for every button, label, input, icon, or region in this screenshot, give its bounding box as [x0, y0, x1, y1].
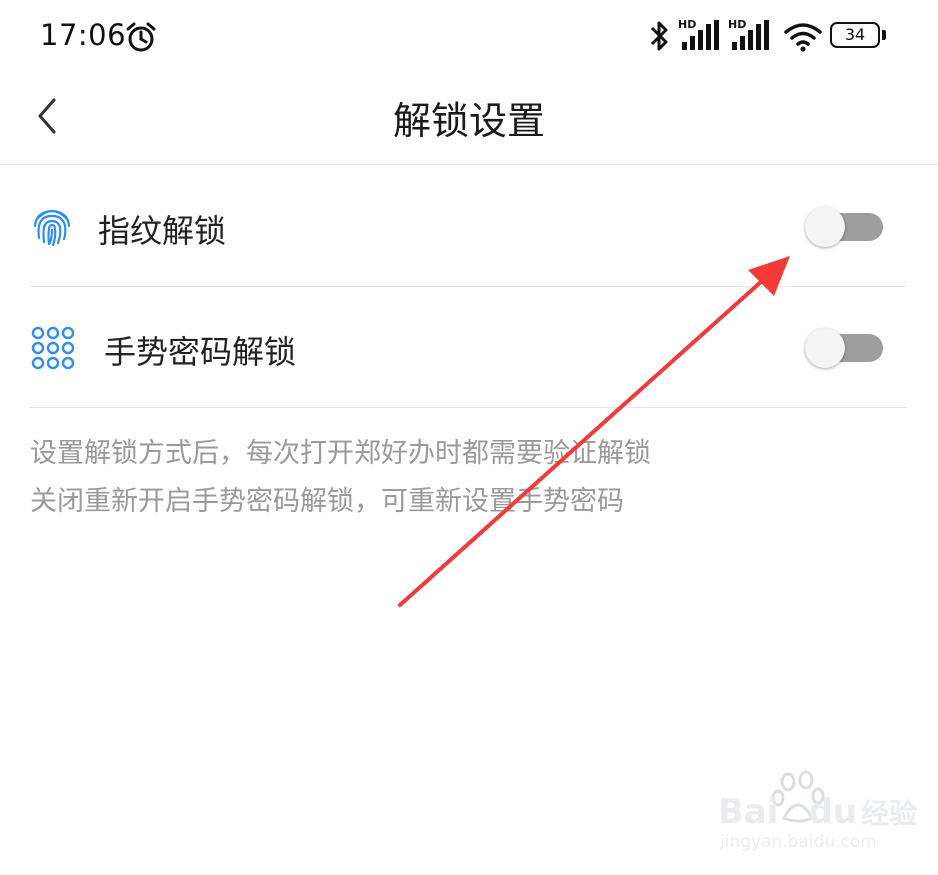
signal-icon: HD [678, 18, 724, 54]
hint-text: 设置解锁方式后，每次打开郑好办时都需要验证解锁 关闭重新开启手势密码解锁，可重新… [30, 430, 651, 526]
watermark-url: jingyan.baidu.com [720, 832, 877, 852]
header: 解锁设置 [0, 76, 938, 165]
toggle-knob [805, 207, 845, 247]
bluetooth-icon [650, 21, 668, 51]
status-time: 17:06 [40, 18, 127, 52]
signal-icon: HD [728, 18, 774, 54]
watermark-brand: du [808, 792, 858, 832]
battery-icon: 34 [830, 22, 888, 50]
dot-grid-icon [31, 326, 75, 370]
fingerprint-icon [33, 209, 71, 247]
setting-row-fingerprint[interactable]: 指纹解锁 [30, 166, 907, 287]
setting-label: 指纹解锁 [98, 212, 227, 250]
status-bar: 17:06 HD HD 34 [0, 0, 938, 76]
watermark-brand: Bai [718, 792, 779, 832]
watermark-suffix: 经验 [861, 797, 918, 830]
setting-label: 手势密码解锁 [104, 333, 297, 371]
page-title: 解锁设置 [392, 99, 545, 143]
wifi-icon [784, 23, 822, 52]
setting-row-gesture[interactable]: 手势密码解锁 [30, 287, 907, 408]
alarm-icon [126, 22, 156, 52]
watermark: Bai du 经验 jingyan.baidu.com [712, 770, 917, 860]
hint-line: 关闭重新开启手势密码解锁，可重新设置手势密码 [30, 486, 624, 517]
toggle-knob [805, 328, 845, 368]
hint-line: 设置解锁方式后，每次打开郑好办时都需要验证解锁 [30, 438, 651, 469]
battery-level: 34 [830, 22, 880, 48]
fingerprint-toggle[interactable] [805, 207, 883, 247]
gesture-toggle[interactable] [805, 328, 883, 368]
